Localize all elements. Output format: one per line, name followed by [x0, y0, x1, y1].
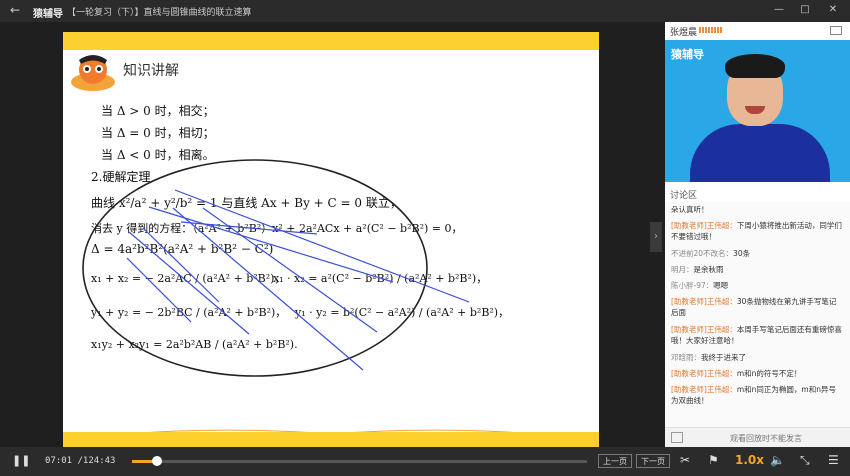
player-bar: ❚❚ 07:01 /124:43 上一页 下一页 ✂ ⚑ 1.0x 🔈 ⤡ ☰: [0, 447, 850, 476]
chat-message: [助教老师]王伟超：30条抛物线在第九讲手写笔记后面: [671, 297, 837, 317]
menu-icon[interactable]: ☰: [828, 453, 839, 467]
teacher-hair: [725, 54, 785, 78]
progress-track[interactable]: [132, 460, 587, 463]
teacher-shirt: [690, 124, 830, 182]
title-bar: ← 猿辅导 【一轮复习（下）】直线与圆锥曲线的联立速算 — □ ✕: [0, 0, 850, 22]
teacher-video: 猿辅导: [665, 40, 850, 182]
formula-cross: x₁y₂ + x₂y₁ = 2a²b²AB / (a²A² + b²B²).: [91, 338, 298, 351]
formula-product-y: y₁ · y₂ = b²(C² − a²A²) / (a²A² + b²B²)，: [295, 306, 510, 319]
formula-sum-x: x₁ + x₂ = − 2a²AC / (a²A² + b²B²)，: [91, 272, 286, 285]
slide-line: 消去 y 得到的方程：（a²A² + b²B²）x² + 2a²ACx + a²…: [91, 222, 463, 235]
slide-line: 当 Δ > 0 时，相交；: [101, 104, 215, 118]
formula-product-x: x₁ · x₂ = a²(C² − b²B²) / (a²A² + b²B²)，: [273, 272, 488, 285]
chat-message: 不进前20不改名：30条: [671, 249, 751, 258]
next-page-button[interactable]: 下一页: [636, 454, 670, 468]
chat-list[interactable]: 朵认真听！ [助教老师]王伟超：下周小猿将推出新活动，同学们不要错过哦！ 不进前…: [665, 202, 850, 427]
formula-sum-y: y₁ + y₂ = − 2b²BC / (a²A² + b²B²)，: [91, 306, 287, 319]
flag-icon[interactable]: ⚑: [708, 453, 719, 467]
discussion-title: 讨论区: [670, 191, 698, 201]
chat-message: [助教老师]王伟超：m和n同正为椭圆，m和n异号为双曲线！: [671, 385, 836, 405]
scissors-icon[interactable]: ✂: [680, 453, 690, 467]
chat-message: [助教老师]王伟超：m和n的符号不定！: [671, 369, 802, 378]
section-heading: 知识讲解: [123, 63, 179, 79]
prev-page-button[interactable]: 上一页: [598, 454, 632, 468]
volume-icon[interactable]: 🔈: [770, 453, 785, 467]
chat-message: [助教老师]王伟超：本周手写笔记后面还有重磅惊喜哦！大家好注意哈！: [671, 325, 842, 345]
arrow-left-icon[interactable]: ←: [10, 3, 20, 17]
lecture-slide: 知识讲解 当 Δ > 0 时，相交； 当 Δ = 0 时，相切； 当 Δ < 0…: [63, 32, 599, 452]
image-icon[interactable]: [671, 432, 683, 443]
progress-knob[interactable]: [152, 456, 163, 466]
maximize-icon[interactable]: □: [798, 3, 812, 17]
speed-button[interactable]: 1.0x: [735, 453, 764, 467]
chat-message: 明月：是余秋雨: [671, 265, 724, 274]
minimize-icon[interactable]: —: [772, 3, 786, 17]
time-readout: 07:01 /124:43: [45, 456, 116, 466]
slide-line: 当 Δ < 0 时，相离。: [101, 148, 215, 162]
close-icon[interactable]: ✕: [826, 3, 840, 17]
side-panel: 张煜晨 猿辅导 讨论区 朵认真听！ [助教老师]王伟超：下周小猿将推出新活动，同…: [665, 22, 850, 447]
slide-line: 当 Δ = 0 时，相切；: [101, 126, 215, 140]
slide-line: Δ = 4a²b²B²(a²A² + b²B² − C²): [91, 242, 274, 256]
chevron-right-icon[interactable]: ›: [650, 222, 662, 252]
chat-message: 邓晗雨：我终于进来了: [671, 353, 746, 362]
signal-icon: [699, 27, 723, 33]
app-brand: 猿辅导: [33, 9, 63, 20]
chat-message: 陈小胖-97：嗯嗯: [671, 281, 729, 290]
mascot-icon: [71, 55, 115, 91]
slide-top-band: [63, 32, 599, 50]
teacher-name: 张煜晨: [670, 28, 698, 38]
video-logo: 猿辅导: [671, 48, 704, 61]
chat-message: 朵认真听！: [671, 205, 709, 214]
replay-note: 观看回放时不能发言: [730, 434, 802, 443]
slide-line: 曲线 x²/a² + y²/b² = 1 与直线 Ax + By + C = 0…: [91, 196, 402, 210]
slide-subheading: 2.硬解定理: [91, 170, 151, 184]
slide-stage: 知识讲解 当 Δ > 0 时，相交； 当 Δ = 0 时，相切； 当 Δ < 0…: [0, 22, 665, 452]
pause-icon[interactable]: ❚❚: [12, 454, 30, 468]
chat-message: [助教老师]王伟超：下周小猿将推出新活动，同学们不要错过哦！: [671, 221, 842, 241]
camera-off-icon[interactable]: [830, 26, 842, 35]
fullscreen-icon[interactable]: ⤡: [800, 453, 810, 468]
lesson-title: 【一轮复习（下）】直线与圆锥曲线的联立速算: [67, 8, 252, 18]
chat-input-bar: 观看回放时不能发言: [665, 427, 850, 447]
